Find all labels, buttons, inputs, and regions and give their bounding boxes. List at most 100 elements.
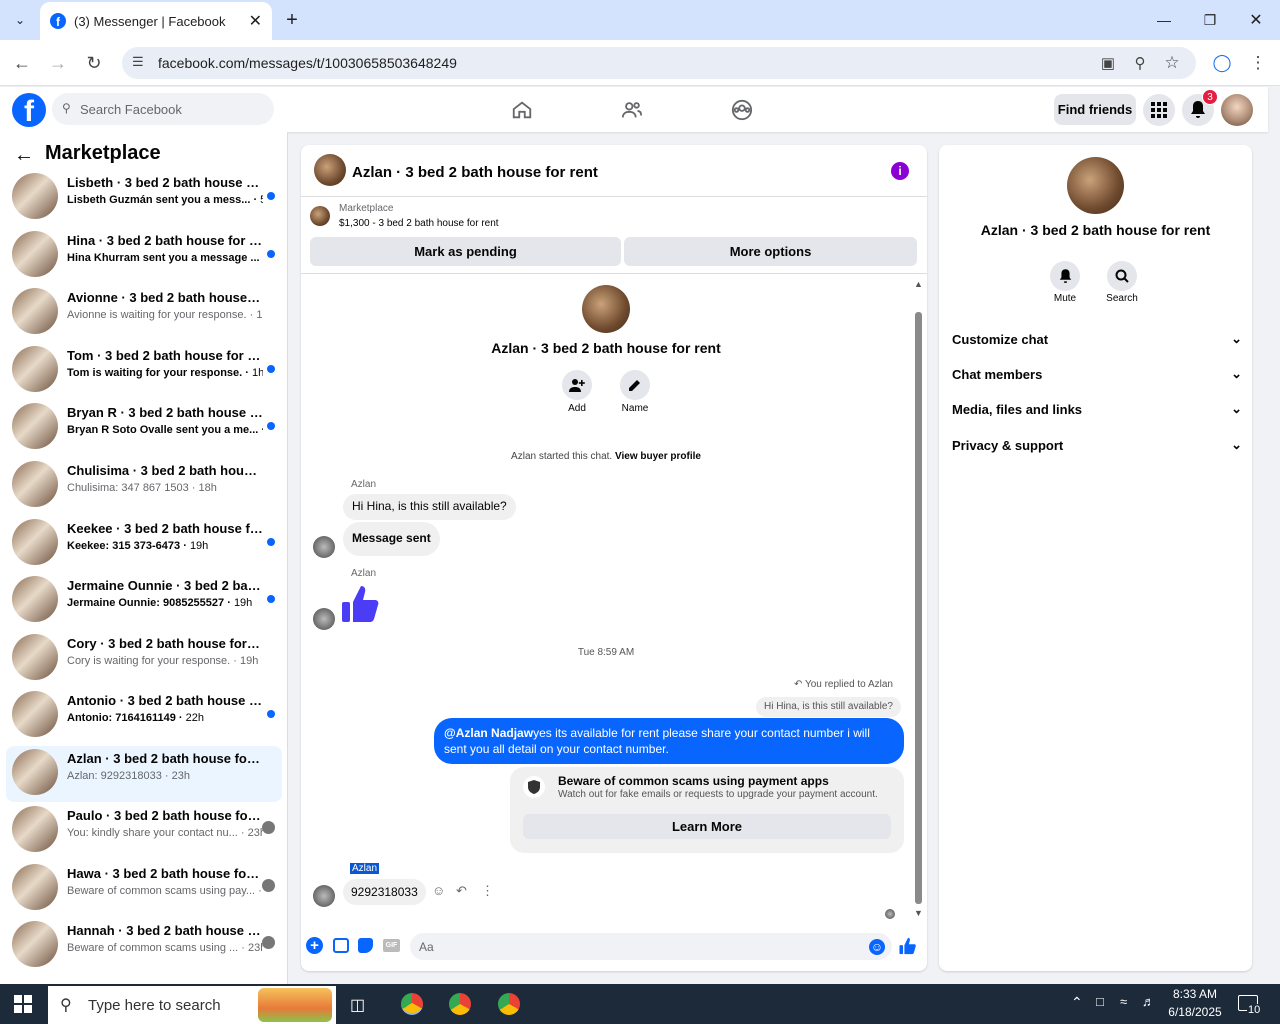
conversation-title: Tom · 3 bed 2 bath house for rent — [67, 348, 263, 363]
more-options-button[interactable]: More options — [624, 237, 917, 266]
windows-start-icon[interactable] — [14, 995, 32, 1018]
more-actions-plus-icon[interactable]: + — [306, 937, 323, 954]
thumbs-up-sticker-icon[interactable] — [341, 584, 381, 629]
emoji-icon[interactable]: ☺ — [869, 939, 885, 955]
conversation-item[interactable]: Hina · 3 bed 2 bath house for rent Hina K… — [6, 228, 282, 284]
profile-icon[interactable]: ◯ — [1206, 47, 1238, 79]
learn-more-button[interactable]: Learn More — [523, 814, 891, 839]
conversation-item[interactable]: Jermaine Ounnie · 3 bed 2 bath house for… — [6, 573, 282, 629]
forward-icon[interactable]: → — [42, 47, 74, 79]
media-files-links-row[interactable]: Media, files and links ⌄ — [952, 401, 1242, 417]
preview-text: Lisbeth Guzmán sent you a mess... — [67, 194, 251, 206]
clock-time[interactable]: 8:33 AM — [1160, 987, 1230, 1001]
friends-nav-icon[interactable] — [612, 93, 652, 127]
meet-now-icon[interactable]: □ — [1096, 994, 1104, 1009]
address-bar[interactable]: ☰ facebook.com/messages/t/10030658503648… — [122, 47, 1196, 79]
chrome-taskbar-icon[interactable] — [401, 993, 423, 1015]
conversation-item[interactable]: Chulisima · 3 bed 2 bath house for rent C… — [6, 458, 282, 514]
close-tab-icon[interactable]: ✕ — [249, 11, 262, 31]
show-hidden-icons-icon[interactable]: ⌃ — [1071, 994, 1083, 1011]
message-bubble[interactable]: Hi Hina, is this still available? — [343, 494, 516, 520]
chat-header-avatar[interactable] — [314, 154, 346, 186]
task-view-icon[interactable]: ◫ — [350, 995, 365, 1015]
account-avatar[interactable] — [1221, 94, 1253, 126]
conversation-item[interactable]: Bryan R · 3 bed 2 bath house for rent Bry… — [6, 400, 282, 456]
chat-members-row[interactable]: Chat members ⌄ — [952, 366, 1242, 382]
chevron-down-icon: ⌄ — [1231, 401, 1242, 416]
zoom-icon[interactable]: ⚲ — [1124, 47, 1156, 79]
mark-as-pending-button[interactable]: Mark as pending — [310, 237, 621, 266]
clock-date[interactable]: 6/18/2025 — [1160, 1005, 1230, 1019]
minimize-icon[interactable]: — — [1152, 8, 1176, 32]
conversation-title: Jermaine Ounnie · 3 bed 2 bath house for… — [67, 578, 263, 593]
conversation-item[interactable]: Cory · 3 bed 2 bath house for rent Cory i… — [6, 631, 282, 687]
conversation-item[interactable]: Hawa · 3 bed 2 bath house for rent Beware… — [6, 861, 282, 917]
mute-bell-icon[interactable] — [1050, 261, 1080, 291]
sent-message-bubble[interactable]: @Azlan Nadjawyes its available for rent … — [434, 718, 904, 764]
view-buyer-profile-link[interactable]: View buyer profile — [615, 451, 701, 462]
react-emoji-icon[interactable]: ☺ — [432, 883, 445, 898]
site-info-icon[interactable]: ☰ — [132, 54, 144, 70]
conversation-item[interactable]: Azlan · 3 bed 2 bath house for rent Azlan… — [6, 746, 282, 802]
chat-profile-avatar[interactable] — [582, 285, 630, 333]
reply-icon[interactable]: ↶ — [456, 883, 467, 899]
chat-header-title[interactable]: Azlan · 3 bed 2 bath house for rent — [352, 164, 598, 181]
find-friends-button[interactable]: Find friends — [1054, 94, 1136, 125]
groups-nav-icon[interactable] — [722, 93, 762, 127]
conversation-preview: Jermaine Ounnie: 9085255527 · 19h — [67, 597, 263, 609]
conversation-item[interactable]: Hannah · 3 bed 2 bath house for rent Bewa… — [6, 918, 282, 974]
listing-info[interactable]: $1,300 - 3 bed 2 bath house for rent — [339, 218, 499, 229]
conversation-item[interactable]: Tom · 3 bed 2 bath house for rent Tom is … — [6, 343, 282, 399]
gif-icon[interactable]: GIF — [383, 939, 400, 952]
tab-search-icon[interactable]: ⌄ — [8, 8, 32, 32]
close-window-icon[interactable]: ✕ — [1244, 8, 1268, 32]
network-icon[interactable]: ≈ — [1120, 994, 1127, 1009]
search-placeholder: Search Facebook — [80, 101, 182, 117]
info-avatar[interactable] — [1067, 157, 1124, 214]
sticker-icon[interactable] — [358, 938, 373, 953]
chrome-taskbar-icon[interactable] — [498, 993, 520, 1015]
conversation-item[interactable]: Avionne · 3 bed 2 bath house for rent Avi… — [6, 285, 282, 341]
conversation-item[interactable]: Lisbeth · 3 bed 2 bath house for rent Lis… — [6, 170, 282, 226]
scroll-up-icon[interactable]: ▲ — [914, 279, 923, 289]
chat-scrollbar[interactable] — [915, 312, 922, 904]
facebook-search-input[interactable]: ⚲ Search Facebook — [52, 93, 274, 125]
taskbar-search-box[interactable]: ⚲ Type here to search — [48, 986, 336, 1024]
mention-text[interactable]: @Azlan Nadjaw — [444, 726, 533, 740]
conversation-item[interactable]: Paulo · 3 bed 2 bath house for rent You: … — [6, 803, 282, 859]
conversation-item[interactable]: Antonio · 3 bed 2 bath house for rent Ant… — [6, 688, 282, 744]
search-in-chat-icon[interactable] — [1107, 261, 1137, 291]
add-person-icon[interactable] — [562, 370, 592, 400]
home-nav-icon[interactable] — [502, 93, 542, 127]
reload-icon[interactable]: ↻ — [78, 47, 110, 79]
back-icon[interactable]: ← — [6, 47, 38, 79]
chrome-taskbar-icon[interactable] — [449, 993, 471, 1015]
quoted-message[interactable]: Hi Hina, is this still available? — [756, 697, 901, 717]
install-app-icon[interactable]: ▣ — [1092, 47, 1124, 79]
new-tab-icon[interactable]: + — [280, 8, 304, 32]
attach-photo-icon[interactable] — [333, 938, 349, 953]
conversation-item[interactable]: Keekee · 3 bed 2 bath house for rent Keek… — [6, 516, 282, 572]
browser-menu-icon[interactable]: ⋮ — [1242, 47, 1274, 79]
listing-thumbnail[interactable] — [310, 206, 330, 226]
conversation-preview: Avionne is waiting for your response. · … — [67, 309, 263, 321]
scroll-down-icon[interactable]: ▼ — [914, 908, 923, 918]
edit-name-pencil-icon[interactable] — [620, 370, 650, 400]
info-icon[interactable]: i — [891, 162, 909, 180]
message-bubble[interactable]: Message sent — [343, 522, 440, 556]
browser-tab[interactable]: f (3) Messenger | Facebook ✕ — [40, 2, 272, 40]
message-input[interactable]: Aa — [410, 933, 892, 960]
message-bubble[interactable]: 9292318033 — [343, 879, 426, 905]
facebook-logo-icon[interactable]: f — [12, 93, 46, 127]
more-actions-icon[interactable]: ⋮ — [481, 883, 494, 899]
conversation-title: Hannah · 3 bed 2 bath house for rent — [67, 923, 263, 938]
customize-chat-row[interactable]: Customize chat ⌄ — [952, 331, 1242, 347]
back-arrow-icon[interactable]: ← — [14, 144, 34, 167]
restore-icon[interactable]: ❐ — [1198, 8, 1222, 32]
send-like-icon[interactable] — [899, 937, 917, 960]
privacy-support-row[interactable]: Privacy & support ⌄ — [952, 437, 1242, 453]
sender-avatar — [313, 885, 335, 907]
bookmark-star-icon[interactable]: ☆ — [1156, 47, 1188, 79]
volume-icon[interactable]: ♬ — [1142, 994, 1155, 1009]
menu-grid-icon[interactable] — [1143, 94, 1175, 126]
